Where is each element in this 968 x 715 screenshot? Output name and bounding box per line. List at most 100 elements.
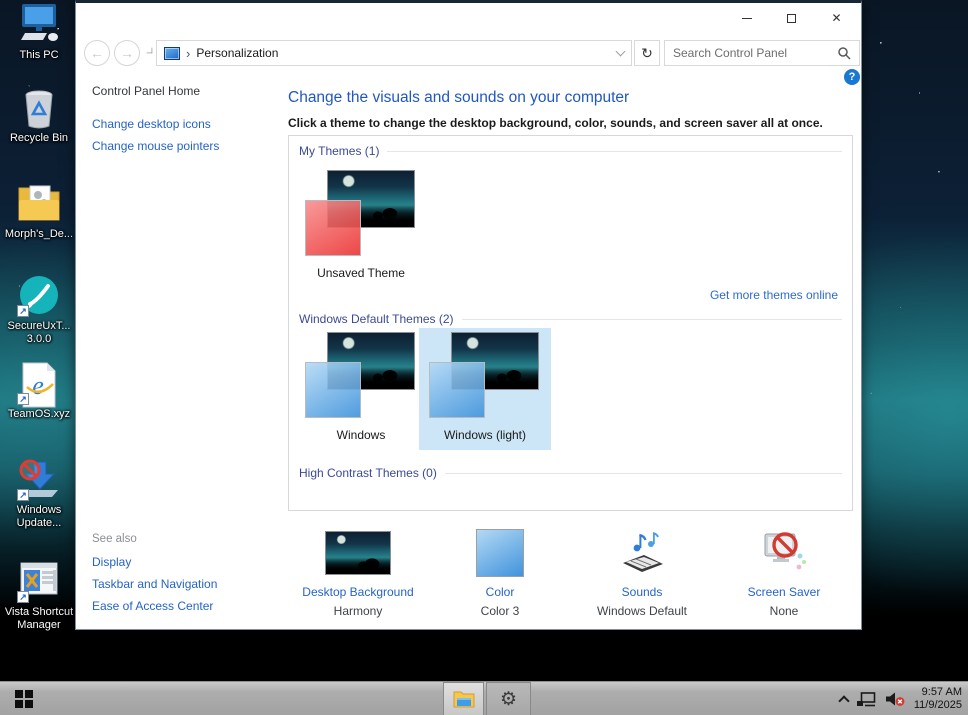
desktop-background-value: Harmony [333, 604, 383, 618]
maximize-button[interactable] [769, 5, 814, 31]
minimize-icon [741, 17, 752, 19]
color-value: Color 3 [480, 604, 520, 618]
desktop-icon-label: SecureUxT... 3.0.0 [7, 320, 71, 345]
sounds-setting: Sounds Windows Default [572, 527, 712, 618]
personalization-icon [164, 46, 180, 60]
shortcut-arrow-icon: ↗ [17, 489, 29, 501]
paintbrush-circle-icon: ↗ [16, 274, 62, 318]
sidebar-item-control-panel-home[interactable]: Control Panel Home [92, 84, 200, 98]
theme-settings-row: Desktop Background Harmony Color Color 3… [288, 527, 854, 618]
this-pc-icon [16, 3, 62, 47]
desktop-icon-label: Vista Shortcut Manager [4, 606, 74, 631]
recycle-bin-icon [16, 86, 62, 130]
taskbar-clock[interactable]: 9:57 AM 11/9/2025 [914, 686, 962, 712]
folder-icon [16, 182, 62, 226]
address-dropdown-chevron-icon[interactable] [615, 46, 626, 57]
see-also-heading: See also [92, 533, 137, 545]
tray-chevron-up-icon[interactable] [838, 695, 850, 707]
desktop-icon-morphs-folder[interactable]: Morph's_De... [0, 182, 78, 241]
theme-name: Unsaved Theme [317, 266, 405, 280]
recent-pages-chevron-icon[interactable] [146, 47, 153, 54]
maximize-icon [787, 13, 796, 23]
theme-item-windows-light-selected[interactable]: Windows (light) [419, 328, 551, 450]
sounds-value: Windows Default [596, 604, 688, 618]
sidebar-item-taskbar-and-navigation[interactable]: Taskbar and Navigation [92, 577, 217, 591]
theme-name: Windows [336, 428, 386, 442]
breadcrumb[interactable]: Personalization [196, 46, 278, 60]
gear-icon: ⚙ [499, 688, 518, 710]
theme-color-overlay-red [305, 200, 361, 256]
page-title: Change the visuals and sounds on your co… [288, 89, 630, 106]
help-icon[interactable]: ? [844, 69, 860, 85]
back-button[interactable]: ← [84, 40, 110, 66]
windows-logo-icon [15, 690, 33, 708]
sidebar-item-display[interactable]: Display [92, 555, 131, 569]
shortcut-arrow-icon: ↗ [17, 393, 29, 405]
search-box[interactable] [664, 40, 860, 66]
taskbar-settings-button[interactable]: ⚙ [486, 682, 531, 715]
desktop-icon-recycle-bin[interactable]: Recycle Bin [0, 86, 78, 145]
close-button[interactable]: ✕ [814, 5, 859, 31]
desktop-icon-label: TeamOS.xyz [7, 408, 71, 420]
theme-item-windows[interactable]: Windows [299, 332, 423, 442]
file-explorer-icon [453, 691, 474, 708]
minimize-button[interactable] [724, 5, 769, 31]
forward-button[interactable]: → [114, 40, 140, 66]
blocked-update-icon: ↗ [16, 458, 62, 502]
personalization-window: ✕ ← → › Personalization ↻ ? Control Pane… [75, 0, 862, 630]
sounds-link[interactable]: Sounds [572, 585, 712, 599]
desktop-icon-label: Windows Update... [16, 504, 62, 529]
tray-date: 11/9/2025 [913, 699, 962, 711]
default-themes-group-label: Windows Default Themes (2) [299, 312, 842, 326]
sidebar-item-change-desktop-icons[interactable]: Change desktop icons [92, 117, 211, 131]
screen-saver-setting: Screen Saver None [714, 527, 854, 618]
search-icon [838, 46, 851, 60]
screen-saver-value: None [769, 604, 799, 618]
network-icon[interactable] [856, 691, 876, 707]
desktop-background-link[interactable]: Desktop Background [288, 585, 428, 599]
desktop-icon-secureux[interactable]: ↗ SecureUxT... 3.0.0 [0, 274, 78, 346]
sidebar-item-ease-of-access-center[interactable]: Ease of Access Center [92, 599, 213, 613]
desktop-icon-label: This PC [19, 49, 59, 61]
get-more-themes-link[interactable]: Get more themes online [710, 288, 838, 302]
theme-color-overlay-blue [429, 362, 485, 418]
my-themes-group-label: My Themes (1) [299, 144, 842, 158]
breadcrumb-chevron-icon: › [186, 45, 191, 61]
high-contrast-group-label: High Contrast Themes (0) [299, 466, 842, 480]
desktop-icon-label: Recycle Bin [9, 132, 69, 144]
color-link[interactable]: Color [430, 585, 570, 599]
shortcut-arrow-icon: ↗ [17, 305, 29, 317]
desktop-icon-windows-update-blocker[interactable]: ↗ Windows Update... [0, 458, 78, 530]
shortcut-arrow-icon: ↗ [17, 591, 29, 603]
address-bar[interactable]: › Personalization [156, 40, 632, 66]
desktop-background-thumbnail[interactable] [325, 531, 391, 575]
internet-explorer-document-icon: e ↗ [16, 362, 62, 408]
search-input[interactable] [673, 46, 838, 60]
screen-saver-link[interactable]: Screen Saver [714, 585, 854, 599]
tray-time: 9:57 AM [921, 686, 962, 698]
theme-item-unsaved[interactable]: Unsaved Theme [299, 170, 423, 280]
color-setting: Color Color 3 [430, 527, 570, 618]
desktop-background-setting: Desktop Background Harmony [288, 527, 428, 618]
system-tray: 9:57 AM 11/9/2025 [838, 682, 966, 715]
sounds-icon[interactable] [617, 530, 667, 576]
refresh-button[interactable]: ↻ [634, 40, 660, 66]
desktop-icon-this-pc[interactable]: This PC [0, 3, 78, 62]
desktop-icon-vista-shortcut-manager[interactable]: ↗ Vista Shortcut Manager [0, 560, 78, 632]
taskbar: ⚙ 9:57 AM 11/9/2025 [0, 681, 968, 715]
volume-muted-icon[interactable] [885, 692, 905, 706]
taskbar-file-explorer-button[interactable] [443, 682, 484, 715]
color-swatch[interactable] [476, 529, 524, 577]
screen-saver-icon[interactable] [759, 530, 809, 576]
desktop-icon-teamos[interactable]: e ↗ TeamOS.xyz [0, 362, 78, 421]
desktop-icon-label: Morph's_De... [4, 228, 74, 240]
themes-panel: My Themes (1) Unsaved Theme Get more the… [288, 135, 853, 511]
sidebar-item-change-mouse-pointers[interactable]: Change mouse pointers [92, 139, 219, 153]
forward-arrow-icon: → [120, 45, 134, 61]
start-button[interactable] [0, 682, 48, 715]
window-controls: ✕ [724, 5, 859, 31]
back-arrow-icon: ← [90, 45, 104, 61]
window-x-icon: ↗ [16, 560, 62, 604]
svg-text:e: e [32, 371, 44, 400]
page-subtitle: Click a theme to change the desktop back… [288, 116, 823, 130]
